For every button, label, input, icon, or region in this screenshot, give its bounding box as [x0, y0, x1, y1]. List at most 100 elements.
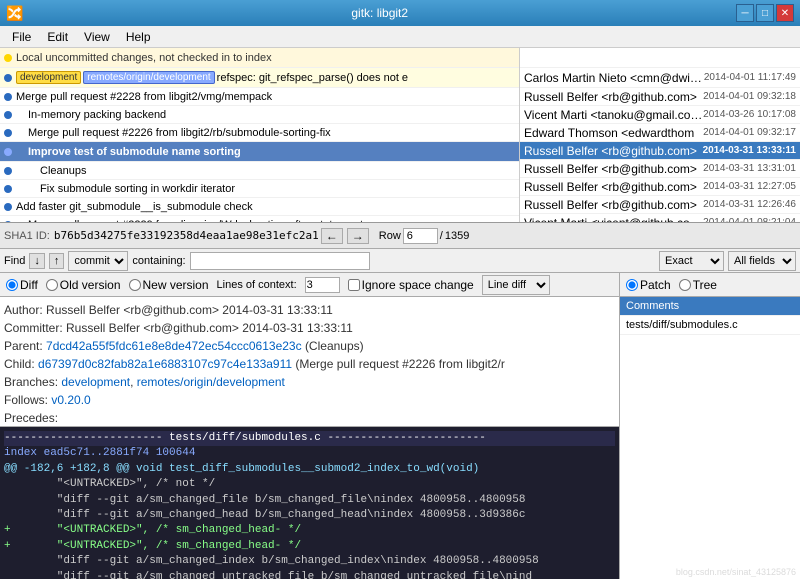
meta-author-1: Vicent Marti <tanoku@gmail.com> [524, 108, 703, 122]
diff-area: Diff Old version New version Lines of co… [0, 273, 620, 579]
app-icon: 🔀 [6, 5, 23, 22]
menu-file[interactable]: File [4, 26, 39, 47]
branch-row[interactable]: development remotes/origin/development r… [0, 68, 519, 88]
new-version-radio[interactable] [129, 279, 141, 291]
diff-line-2: "diff --git a/sm_changed_file b/sm_chang… [4, 493, 615, 508]
menu-bar: File Edit View Help [0, 26, 800, 48]
commit-message-selected: Improve test of submodule name sorting [16, 146, 515, 158]
branches-line: Branches: development, remotes/origin/de… [4, 373, 615, 391]
refspec-message: refspec: git_refspec_parse() does not e [217, 72, 515, 84]
diff-options-row: Diff Old version New version Lines of co… [0, 273, 619, 297]
commit-row-selected[interactable]: Improve test of submodule name sorting [0, 142, 519, 162]
author-line: Author: Russell Belfer <rb@github.com> 2… [4, 301, 615, 319]
uncommitted-row[interactable]: Local uncommitted changes, not checked i… [0, 48, 519, 68]
commit-row-2[interactable]: Merge pull request #2226 from libgit2/rb… [0, 124, 519, 142]
commit-message-6: Add faster git_submodule__is_submodule c… [16, 201, 515, 213]
diff-line-4: "diff --git a/sm_changed_index b/sm_chan… [4, 554, 615, 569]
right-panel: Patch Tree Comments tests/diff/submodule… [620, 273, 800, 579]
diff-line-1: "<UNTRACKED>", /* not */ [4, 477, 615, 492]
parent-label: Parent: [4, 339, 46, 353]
commit-row-6[interactable]: Add faster git_submodule__is_submodule c… [0, 198, 519, 216]
diff-index: index ead5c71..2881f74 100644 [4, 446, 615, 461]
comments-label: Comments [620, 297, 800, 316]
child-line: Child: d67397d0c82fab82a1e6883107c97c4e1… [4, 355, 615, 373]
meta-row-7: Vicent Marti <vicent@github.com> 2014-04… [520, 214, 800, 222]
meta-row-1: Vicent Marti <tanoku@gmail.com> 2014-03-… [520, 106, 800, 124]
follows-link[interactable]: v0.20.0 [51, 393, 90, 407]
lines-of-context-label: Lines of context: [217, 279, 297, 291]
branch-dot [4, 74, 12, 82]
close-button[interactable]: ✕ [776, 4, 794, 22]
tree-radio-label[interactable]: Tree [679, 278, 717, 292]
sha-left-arrow[interactable]: ← [321, 228, 343, 244]
commit-row-4[interactable]: Cleanups [0, 162, 519, 180]
meta-row-4: Russell Belfer <rb@github.com> 2014-03-3… [520, 160, 800, 178]
diff-radio[interactable] [6, 279, 18, 291]
commit-message-5: Fix submodule sorting in workdir iterato… [16, 183, 515, 195]
commit-message-0: Merge pull request #2228 from libgit2/vm… [16, 91, 515, 103]
right-panel-options: Patch Tree [620, 273, 800, 297]
meta-author-2: Edward Thomson <edwardthom [524, 126, 703, 140]
meta-row-uncommitted [520, 48, 800, 68]
file-item[interactable]: tests/diff/submodules.c [620, 316, 800, 335]
row-separator: / [440, 230, 443, 242]
menu-view[interactable]: View [76, 26, 118, 47]
field-select[interactable]: All fields Headline [728, 251, 796, 271]
patch-radio[interactable] [626, 279, 638, 291]
meta-row-6: Russell Belfer <rb@github.com> 2014-03-3… [520, 196, 800, 214]
meta-date-2: 2014-04-01 09:32:17 [703, 127, 796, 138]
old-version-radio-label[interactable]: Old version [46, 278, 121, 292]
diff-radio-label[interactable]: Diff [6, 278, 38, 292]
meta-author-selected: Russell Belfer <rb@github.com> [524, 144, 703, 158]
parent-desc: (Cleanups) [305, 339, 364, 353]
meta-row-2: Edward Thomson <edwardthom 2014-04-01 09… [520, 124, 800, 142]
diff-line-3: "diff --git a/sm_changed_head b/sm_chang… [4, 508, 615, 523]
origin-link[interactable]: remotes/origin/development [137, 375, 285, 389]
precedes-line: Precedes: [4, 409, 615, 427]
find-up-button[interactable]: ↑ [49, 253, 65, 269]
diff-algorithm-select[interactable]: Line diff Word diff [482, 275, 550, 295]
meta-date-7: 2014-04-01 08:21:04 [703, 217, 796, 222]
maximize-button[interactable]: □ [756, 4, 774, 22]
child-label: Child: [4, 357, 38, 371]
meta-date-6: 2014-03-31 12:26:46 [703, 199, 796, 210]
row-label: Row [379, 230, 401, 242]
commit-row-5[interactable]: Fix submodule sorting in workdir iterato… [0, 180, 519, 198]
commit-row-7[interactable]: Merge pull request #2229 from linquize/W… [0, 216, 519, 222]
ignore-space-checkbox[interactable] [348, 279, 360, 291]
meta-author-5: Russell Belfer <rb@github.com> [524, 180, 703, 194]
development-link[interactable]: development [61, 375, 130, 389]
meta-author-0: Russell Belfer <rb@github.com> [524, 90, 703, 104]
child-hash-link[interactable]: d67397d0c82fab82a1e6883107c97c4e133a911 [38, 357, 292, 371]
commit-message-7: Merge pull request #2229 from linquize/W… [16, 219, 515, 223]
match-type-select[interactable]: Exact IgnCase Regexp [659, 251, 724, 271]
minimize-button[interactable]: ─ [736, 4, 754, 22]
commit-row-0[interactable]: Merge pull request #2228 from libgit2/vm… [0, 88, 519, 106]
find-down-button[interactable]: ↓ [29, 253, 45, 269]
commit-row-1[interactable]: In-memory packing backend [0, 106, 519, 124]
meta-author-6: Russell Belfer <rb@github.com> [524, 198, 703, 212]
sha-row: SHA1 ID: b76b5d34275fe33192358d4eaa1ae98… [0, 223, 800, 249]
containing-label: containing: [132, 255, 185, 267]
find-type-select[interactable]: commit author [68, 251, 128, 271]
diff-content[interactable]: ------------------------ tests/diff/subm… [0, 427, 619, 579]
meta-author-4: Russell Belfer <rb@github.com> [524, 162, 703, 176]
old-version-radio[interactable] [46, 279, 58, 291]
lines-of-context-input[interactable] [305, 277, 340, 293]
child-desc: (Merge pull request #2226 from libgit2/r [295, 357, 504, 371]
meta-date-5: 2014-03-31 12:27:05 [703, 181, 796, 192]
new-version-radio-label[interactable]: New version [129, 278, 209, 292]
row-number-input[interactable] [403, 228, 438, 244]
menu-edit[interactable]: Edit [39, 26, 76, 47]
tree-radio[interactable] [679, 279, 691, 291]
patch-radio-label[interactable]: Patch [626, 278, 671, 292]
find-input[interactable] [190, 252, 370, 270]
branches-prefix: Branches: [4, 375, 61, 389]
menu-help[interactable]: Help [118, 26, 159, 47]
find-row: Find ↓ ↑ commit author containing: Exact… [0, 249, 800, 273]
find-label: Find [4, 255, 25, 267]
parent-hash-link[interactable]: 7dcd42a55f5fdc61e8e8de472ec54ccc0613e23c [46, 339, 302, 353]
ignore-space-label[interactable]: Ignore space change [348, 278, 474, 292]
commit-graph-list: Local uncommitted changes, not checked i… [0, 48, 520, 222]
sha-right-arrow[interactable]: → [347, 228, 369, 244]
